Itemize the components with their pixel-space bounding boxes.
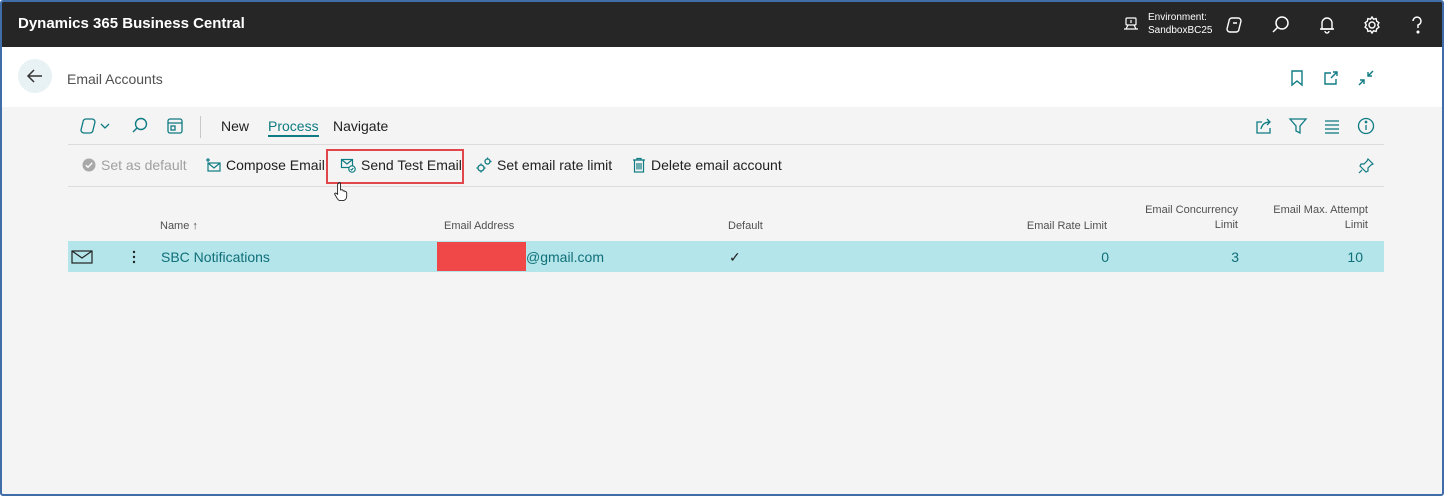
column-header-max-attempt[interactable]: Email Max. Attempt Limit [1253,203,1368,233]
environment-label: Environment: [1148,12,1207,23]
menu-new[interactable]: New [221,118,249,134]
list-view-icon[interactable] [1322,116,1342,136]
edit-list-icon[interactable] [165,116,185,136]
app-title[interactable]: Dynamics 365 Business Central [18,15,245,32]
column-header-name[interactable]: Name ↑ [160,219,198,234]
search-icon[interactable] [1270,14,1292,36]
cell-rate-limit: 0 [1101,249,1109,265]
envelope-icon [71,250,93,264]
cell-default-checkmark: ✓ [729,249,741,265]
row-actions-menu-icon[interactable] [131,250,137,264]
environment-icon [1124,17,1138,30]
set-as-default-button[interactable]: Set as default [82,157,187,173]
compose-email-button[interactable]: Compose Email [205,157,325,173]
send-test-email-button[interactable]: Send Test Email [340,157,462,173]
column-header-default[interactable]: Default [728,219,763,234]
app-frame: Dynamics 365 Business Central Environmen… [0,0,1444,496]
column-header-max-attempt-line2: Limit [1344,219,1368,231]
page-header: Email Accounts [2,47,1442,107]
delete-email-account-button[interactable]: Delete email account [632,157,782,173]
send-test-email-label: Send Test Email [361,157,462,173]
check-circle-icon [82,158,96,172]
action-bar-separator [200,116,201,138]
cell-name[interactable]: SBC Notifications [161,249,270,265]
page-title: Email Accounts [67,71,163,87]
column-header-max-attempt-line1: Email Max. Attempt [1273,204,1368,216]
column-header-rate-limit[interactable]: Email Rate Limit [1008,219,1107,234]
table-row[interactable]: SBC Notifications @gmail.com ✓ 0 3 10 [68,241,1384,272]
menu-process[interactable]: Process [268,118,319,137]
top-bar: Dynamics 365 Business Central Environmen… [2,2,1442,47]
trash-icon [633,157,645,173]
redaction-box [437,242,526,271]
column-header-name-label: Name [160,220,190,232]
environment-name: SandboxBC25 [1148,25,1213,36]
action-bar: New Process Navigate [68,107,1384,145]
cell-email: @gmail.com [526,249,605,265]
column-header-concurrency-line1: Email Concurrency [1145,204,1238,216]
send-test-email-icon [340,158,356,173]
cell-concurrency: 3 [1231,249,1239,265]
compose-email-icon [206,158,221,172]
help-icon[interactable] [1406,14,1428,36]
open-new-window-icon[interactable] [1322,69,1340,87]
email-accounts-list: Name ↑ Email Address Default Email Rate … [68,187,1384,492]
search-list-icon[interactable] [130,116,150,136]
menu-navigate[interactable]: Navigate [333,118,388,134]
copilot-icon[interactable] [1224,14,1246,36]
compose-email-label: Compose Email [226,157,325,173]
column-header-concurrency[interactable]: Email Concurrency Limit [1128,203,1238,233]
cell-max-attempt: 10 [1347,249,1363,265]
set-as-default-label: Set as default [101,157,187,173]
column-header-email[interactable]: Email Address [444,219,514,234]
pin-icon[interactable] [1358,158,1374,174]
collapse-icon[interactable] [1357,69,1375,87]
back-arrow-icon [26,69,42,83]
column-header-concurrency-line2: Limit [1214,219,1238,231]
environment-indicator[interactable]: Environment: SandboxBC25 [1122,11,1213,37]
notifications-bell-icon[interactable] [1316,14,1338,36]
set-email-rate-limit-button[interactable]: Set email rate limit [476,157,612,173]
set-email-rate-limit-label: Set email rate limit [497,157,613,173]
copilot-dropdown-icon[interactable] [80,116,114,136]
promoted-actions: Set as default Compose Email Send Test E… [68,145,1384,201]
back-button[interactable] [18,59,52,93]
settings-gear-icon[interactable] [1361,14,1383,36]
filter-icon[interactable] [1288,116,1308,136]
bookmark-icon[interactable] [1288,69,1306,87]
sort-ascending-icon: ↑ [192,220,198,232]
delete-email-account-label: Delete email account [651,157,782,173]
rate-limit-gears-icon [476,157,492,173]
share-icon[interactable] [1254,116,1274,136]
info-icon[interactable] [1356,116,1376,136]
